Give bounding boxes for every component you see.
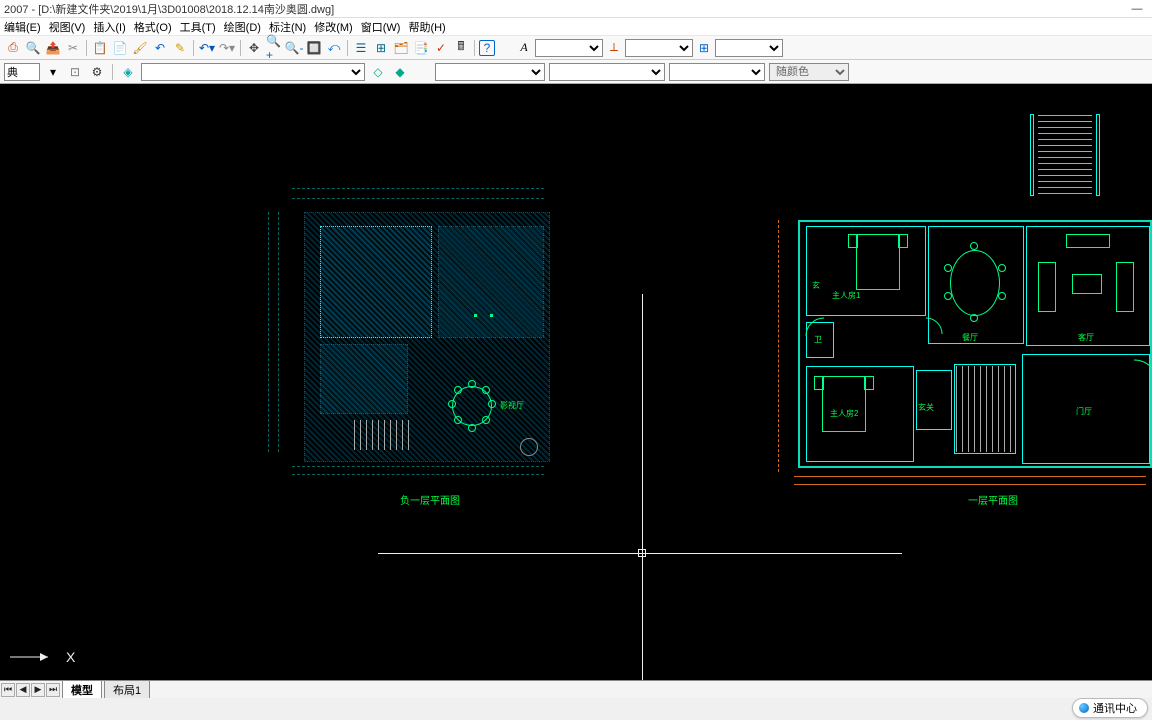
- paste-icon[interactable]: 📄: [111, 39, 129, 57]
- redo-icon[interactable]: ✎: [171, 39, 189, 57]
- separator: [347, 40, 348, 56]
- plotstyle-combo[interactable]: 随颜色: [769, 63, 849, 81]
- design-center-icon[interactable]: ⊞: [372, 39, 390, 57]
- zoom-prev-icon[interactable]: ⤺: [325, 39, 343, 57]
- dimstyle-icon[interactable]: ⟂: [605, 39, 623, 57]
- menu-window[interactable]: 窗口(W): [361, 19, 401, 35]
- door-arcs: [778, 114, 1152, 514]
- linetype-combo[interactable]: [549, 63, 665, 81]
- model-layout-tabs: ⏮ ◀ ▶ ⏭ 模型 布局1: [0, 680, 1152, 698]
- tab-model[interactable]: 模型: [62, 680, 102, 698]
- menu-modify[interactable]: 修改(M): [314, 19, 353, 35]
- menu-tools[interactable]: 工具(T): [180, 19, 216, 35]
- match-icon[interactable]: 🖌: [131, 39, 149, 57]
- tablestyle-icon[interactable]: ⊞: [695, 39, 713, 57]
- tab-layout1[interactable]: 布局1: [104, 680, 150, 698]
- menu-edit[interactable]: 编辑(E): [4, 19, 41, 35]
- pan-icon[interactable]: ✥: [245, 39, 263, 57]
- floorplan-left: 影视厅: [268, 188, 568, 478]
- workspace-combo[interactable]: [4, 63, 40, 81]
- separator: [240, 40, 241, 56]
- tab-nav-next-icon[interactable]: ▶: [31, 683, 45, 697]
- cut-icon[interactable]: ✂: [64, 39, 82, 57]
- menu-insert[interactable]: 插入(I): [93, 19, 125, 35]
- publish-icon[interactable]: 📤: [44, 39, 62, 57]
- menu-help[interactable]: 帮助(H): [408, 19, 445, 35]
- tab-nav-prev-icon[interactable]: ◀: [16, 683, 30, 697]
- undo-icon[interactable]: ↶: [151, 39, 169, 57]
- menu-dimension[interactable]: 标注(N): [269, 19, 306, 35]
- comm-label: 通讯中心: [1093, 700, 1137, 716]
- titlebar: 2007 - [D:\新建文件夹\2019\1月\3D01008\2018.12…: [0, 0, 1152, 18]
- color-combo[interactable]: [435, 63, 545, 81]
- ws-save-icon[interactable]: ⊡: [66, 63, 84, 81]
- menubar: 编辑(E) 视图(V) 插入(I) 格式(O) 工具(T) 绘图(D) 标注(N…: [0, 18, 1152, 36]
- zoom-in-icon[interactable]: 🔍+: [265, 39, 283, 57]
- window-title: 2007 - [D:\新建文件夹\2019\1月\3D01008\2018.12…: [4, 1, 1126, 17]
- separator: [112, 64, 113, 80]
- ws-settings-icon[interactable]: ⚙: [88, 63, 106, 81]
- svg-text:X: X: [66, 649, 76, 665]
- zoom-out-icon[interactable]: 🔍-: [285, 39, 303, 57]
- plot-icon[interactable]: ⎙: [4, 39, 22, 57]
- drawing-canvas[interactable]: 影视厅 负一层平面图 主人房1 玄 卫: [0, 84, 1152, 698]
- ws-dd-icon[interactable]: ▾: [44, 63, 62, 81]
- tab-nav-first-icon[interactable]: ⏮: [1, 683, 15, 697]
- menu-view[interactable]: 视图(V): [49, 19, 86, 35]
- toolbar-layers: ▾ ⊡ ⚙ ◈ ◇ ◆ 随颜色: [0, 60, 1152, 84]
- plan-label-left: 负一层平面图: [400, 492, 460, 507]
- ucs-icon: X: [4, 637, 84, 680]
- plan-label-right: 一层平面图: [968, 492, 1018, 507]
- tool-palette-icon[interactable]: 🗂: [392, 39, 410, 57]
- redo-dd-icon[interactable]: ↷▾: [218, 39, 236, 57]
- separator: [474, 40, 475, 56]
- copy-icon[interactable]: 📋: [91, 39, 109, 57]
- textstyle-combo[interactable]: [535, 39, 603, 57]
- comm-dot-icon: [1079, 703, 1089, 713]
- quickcalc-icon[interactable]: 🖩: [452, 39, 470, 57]
- floorplan-right: 主人房1 玄 卫 餐厅 客厅 主人房2 玄关: [778, 114, 1152, 484]
- undo-dd-icon[interactable]: ↶▾: [198, 39, 216, 57]
- dimstyle-combo[interactable]: [625, 39, 693, 57]
- zoom-window-icon[interactable]: 🔲: [305, 39, 323, 57]
- layer-iso-icon[interactable]: ◇: [369, 63, 387, 81]
- markup-icon[interactable]: ✓: [432, 39, 450, 57]
- separator: [193, 40, 194, 56]
- tab-nav-last-icon[interactable]: ⏭: [46, 683, 60, 697]
- textstyle-icon[interactable]: A: [515, 39, 533, 57]
- separator: [86, 40, 87, 56]
- minimize-icon[interactable]: —: [1126, 2, 1148, 16]
- layer-prev-icon[interactable]: ◆: [391, 63, 409, 81]
- lineweight-combo[interactable]: [669, 63, 765, 81]
- layer-combo[interactable]: [141, 63, 365, 81]
- toolbar-main: ⎙ 🔍 📤 ✂ 📋 📄 🖌 ↶ ✎ ↶▾ ↷▾ ✥ 🔍+ 🔍- 🔲 ⤺ ☰ ⊞ …: [0, 36, 1152, 60]
- properties-icon[interactable]: ☰: [352, 39, 370, 57]
- tablestyle-combo[interactable]: [715, 39, 783, 57]
- menu-draw[interactable]: 绘图(D): [224, 19, 261, 35]
- help-icon[interactable]: ?: [479, 40, 495, 56]
- menu-format[interactable]: 格式(O): [134, 19, 172, 35]
- sheet-set-icon[interactable]: 📑: [412, 39, 430, 57]
- room-studio: 影视厅: [500, 400, 524, 411]
- layer-props-icon[interactable]: ◈: [119, 63, 137, 81]
- comm-center-pill[interactable]: 通讯中心: [1072, 698, 1148, 718]
- preview-icon[interactable]: 🔍: [24, 39, 42, 57]
